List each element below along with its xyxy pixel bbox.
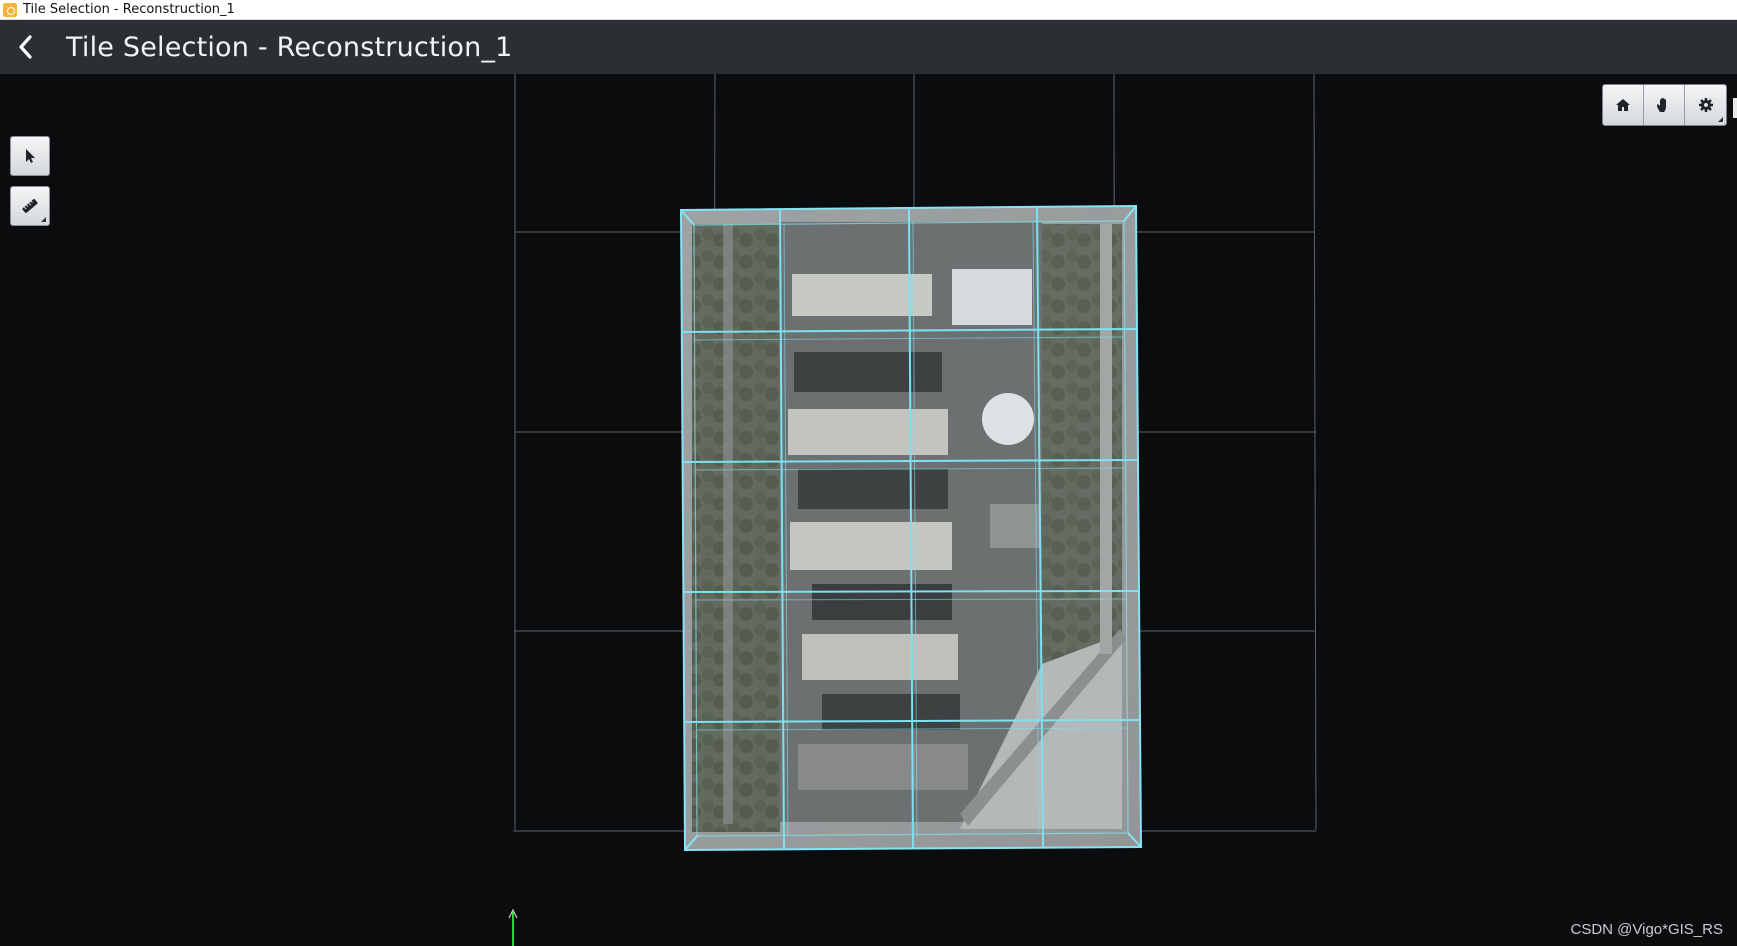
reconstruction-block[interactable] [679, 204, 1143, 852]
3d-viewport[interactable]: CSDN @Vigo*GIS_RS [0, 74, 1737, 946]
cursor-arrow-icon [26, 149, 35, 163]
ruler-icon [22, 198, 38, 214]
os-titlebar: Tile Selection - Reconstruction_1 [0, 0, 1737, 20]
tile-scene[interactable] [0, 74, 1737, 946]
home-icon [1616, 99, 1630, 111]
window-title: Tile Selection - Reconstruction_1 [23, 2, 235, 17]
app-header: Tile Selection - Reconstruction_1 [0, 20, 1737, 74]
view-toolbar [1602, 84, 1727, 126]
panel-edge-handle[interactable] [1733, 98, 1737, 118]
gear-icon [1698, 98, 1713, 112]
submenu-indicator-icon [1718, 117, 1723, 122]
select-tool-button[interactable] [10, 136, 50, 176]
submenu-indicator-icon [41, 217, 46, 222]
chevron-left-icon [19, 35, 32, 59]
pan-button[interactable] [1644, 85, 1685, 125]
hand-icon [1657, 97, 1666, 112]
watermark: CSDN @Vigo*GIS_RS [1570, 921, 1723, 938]
home-view-button[interactable] [1603, 85, 1644, 125]
settings-button[interactable] [1685, 85, 1726, 125]
page-title: Tile Selection - Reconstruction_1 [66, 31, 513, 63]
back-button[interactable] [0, 20, 50, 74]
y-axis-indicator [508, 908, 518, 946]
app-logo-icon [3, 2, 17, 17]
measure-tool-button[interactable] [10, 186, 50, 226]
